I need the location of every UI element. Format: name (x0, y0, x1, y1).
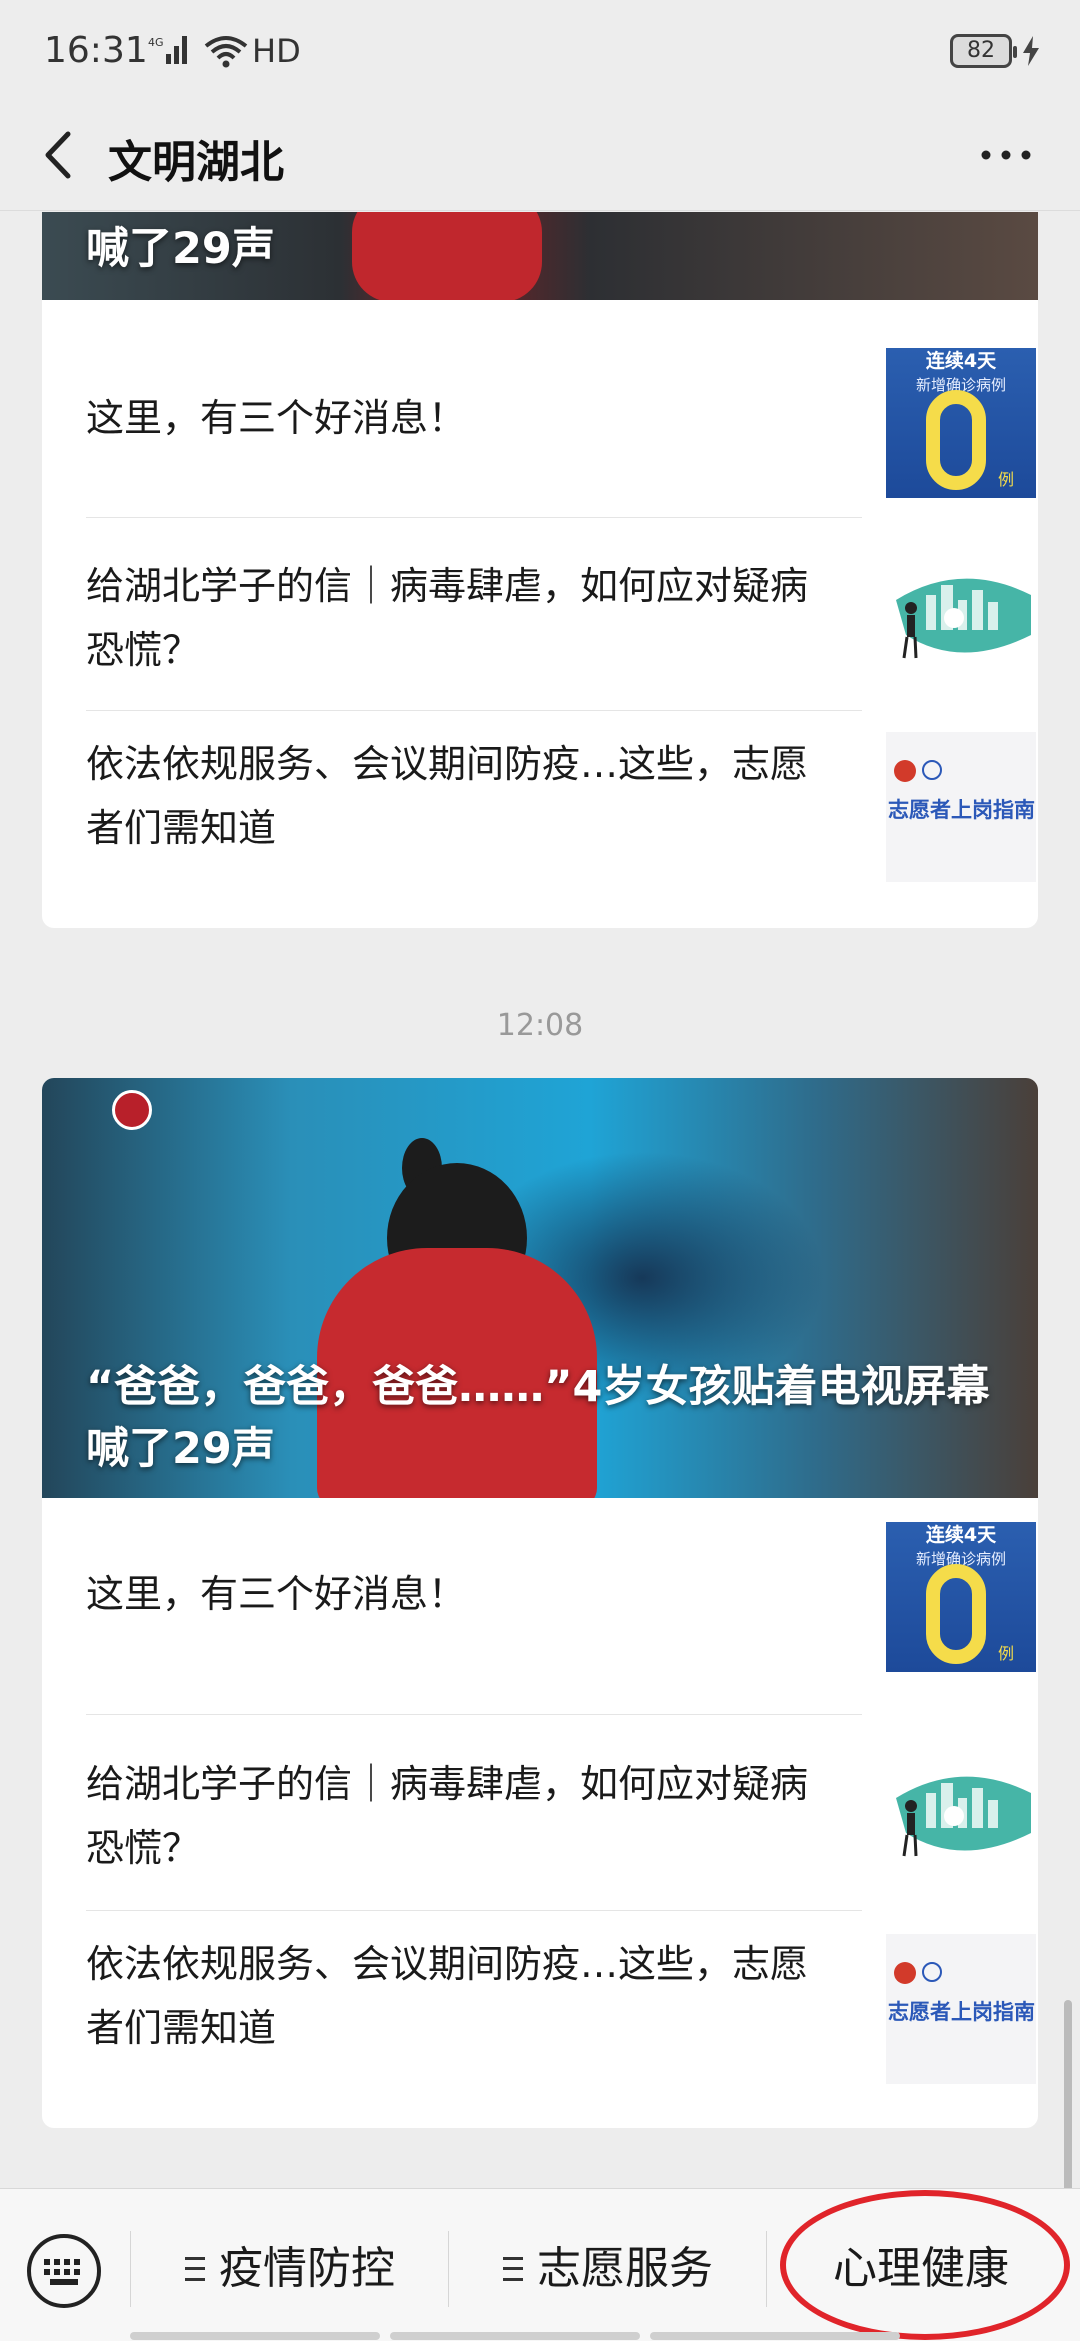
emblem-icon (922, 760, 942, 780)
article-title: 这里，有三个好消息！ (86, 396, 467, 440)
gesture-bar (0, 2332, 1080, 2340)
volunteer-guide-thumbnail: 志愿者上岗指南 (886, 1934, 1036, 2084)
zero-digit (926, 390, 986, 490)
article-item[interactable]: 给湖北学子的信｜病毒肆虐，如何应对疑病恐慌？ (86, 518, 1036, 714)
menu-item-epidemic-control[interactable]: 疫情防控 (140, 2217, 440, 2321)
svg-text:4G: 4G (148, 36, 164, 49)
article-title: 依法依规服务、会议期间防疫…这些，志愿者们需知道 (86, 742, 809, 850)
emblem-icon (894, 760, 916, 782)
cover-image[interactable]: “爸爸，爸爸，爸爸……”4岁女孩贴着电视屏幕喊了29声 (42, 1078, 1038, 1498)
divider (448, 2231, 449, 2307)
charging-icon (1023, 36, 1039, 66)
article-title: 给湖北学子的信｜病毒肆虐，如何应对疑病恐慌？ (86, 1762, 809, 1870)
divider (86, 1910, 862, 1911)
wifi-icon (204, 36, 248, 68)
zero-cases-thumbnail: 连续4天 新增确诊病例 例 (886, 1522, 1036, 1672)
tv-station-logo (112, 1090, 152, 1130)
article-item[interactable]: 给湖北学子的信｜病毒肆虐，如何应对疑病恐慌？ (86, 1716, 1036, 1912)
menu-item-volunteer-service[interactable]: 志愿服务 (458, 2217, 758, 2321)
keyboard-icon[interactable] (24, 2231, 104, 2311)
status-bar: 16:31 4G HD 82 (0, 0, 1080, 100)
cover-image-partial[interactable]: 喊了29声 (42, 212, 1038, 300)
nav-bar: 文明湖北 (0, 100, 1080, 211)
message-timestamp: 12:08 (496, 1008, 584, 1043)
divider (86, 1714, 862, 1715)
zero-cases-thumbnail: 连续4天 新增确诊病例 例 (886, 348, 1036, 498)
article-title: 这里，有三个好消息！ (86, 1572, 467, 1616)
article-item[interactable]: 这里，有三个好消息！ 连续4天 新增确诊病例 例 (86, 320, 1036, 516)
volunteer-guide-thumbnail: 志愿者上岗指南 (886, 732, 1036, 882)
divider (130, 2231, 131, 2307)
article-title: 给湖北学子的信｜病毒肆虐，如何应对疑病恐慌？ (86, 564, 809, 672)
article-title: 依法依规服务、会议期间防疫…这些，志愿者们需知道 (86, 1942, 809, 2050)
message-card-previous: 这里，有三个好消息！ 连续4天 新增确诊病例 例 给湖北学子的信｜病毒肆虐，如何… (42, 212, 1038, 928)
scrollbar[interactable] (1064, 2000, 1072, 2200)
article-item[interactable]: 依法依规服务、会议期间防疫…这些，志愿者们需知道 志愿者上岗指南 (86, 712, 1036, 908)
zero-digit (926, 1564, 986, 1664)
back-icon[interactable] (30, 122, 90, 188)
menu-item-mental-health[interactable]: 心理健康 (776, 2217, 1066, 2321)
article-item[interactable]: 依法依规服务、会议期间防疫…这些，志愿者们需知道 志愿者上岗指南 (86, 1912, 1036, 2108)
menu-item-label: 疫情防控 (219, 2243, 395, 2294)
battery-icon: 82 (950, 34, 1017, 68)
page-title: 文明湖北 (108, 137, 284, 188)
network-label: HD (252, 32, 301, 70)
menu-list-icon (185, 2257, 205, 2281)
more-icon[interactable] (976, 140, 1036, 170)
emblem-icon (894, 1962, 916, 1984)
emblem-icon (922, 1962, 942, 1982)
mask-city-thumbnail (886, 540, 1036, 690)
cover-headline: “爸爸，爸爸，爸爸……”4岁女孩贴着电视屏幕喊了29声 (86, 1362, 990, 1474)
menu-list-icon (503, 2257, 523, 2281)
battery-level: 82 (967, 38, 995, 63)
cover-headline-partial: 喊了29声 (86, 224, 275, 274)
menu-item-label: 志愿服务 (537, 2243, 713, 2294)
divider (86, 710, 862, 711)
signal-icon: 4G (148, 36, 187, 64)
message-card: “爸爸，爸爸，爸爸……”4岁女孩贴着电视屏幕喊了29声 这里，有三个好消息！ 连… (42, 1078, 1038, 2128)
mask-city-thumbnail (886, 1738, 1036, 1888)
divider (766, 2231, 767, 2307)
article-item[interactable]: 这里，有三个好消息！ 连续4天 新增确诊病例 例 (86, 1498, 1036, 1694)
menu-item-label: 心理健康 (833, 2243, 1009, 2294)
status-time: 16:31 (44, 30, 148, 71)
bottom-menu: 疫情防控 志愿服务 心理健康 (0, 2188, 1080, 2341)
